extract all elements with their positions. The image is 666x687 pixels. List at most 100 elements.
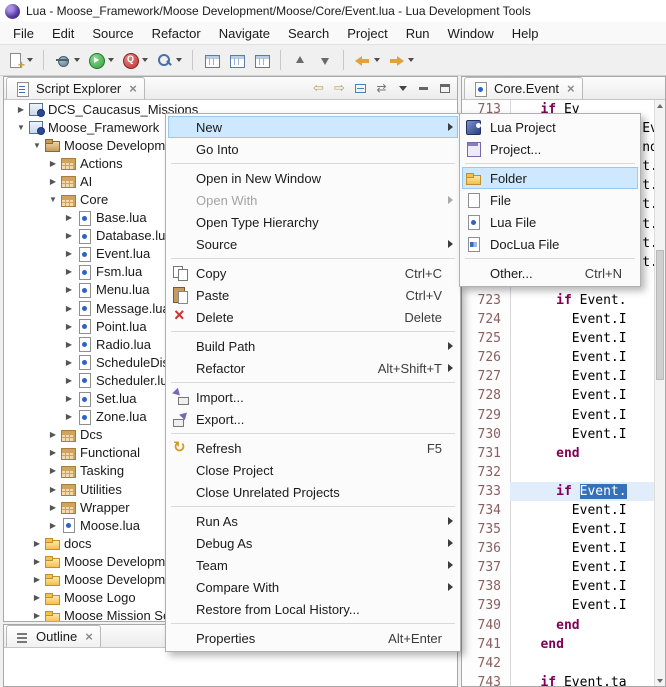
external-tools-button[interactable] bbox=[119, 49, 151, 72]
menu-item-debug-as[interactable]: Debug As bbox=[168, 532, 458, 554]
menubar-source[interactable]: Source bbox=[83, 24, 142, 43]
run-button[interactable] bbox=[85, 49, 117, 72]
menu-item-build-path[interactable]: Build Path bbox=[168, 335, 458, 357]
editor-line[interactable]: 743 if Event.ta bbox=[462, 673, 654, 686]
code-text[interactable]: Event.I bbox=[510, 520, 654, 539]
editor-line[interactable]: 730 Event.I bbox=[462, 425, 654, 444]
menu-item-open-type-hierarchy[interactable]: Open Type Hierarchy bbox=[168, 211, 458, 233]
code-text[interactable]: end bbox=[510, 635, 654, 654]
editor-line[interactable]: 733 if Event. bbox=[462, 482, 654, 501]
code-text[interactable]: end bbox=[510, 616, 654, 635]
expand-arrow-icon[interactable]: ▶ bbox=[62, 285, 76, 294]
code-text[interactable]: Event.I bbox=[510, 329, 654, 348]
menu-item-close-project[interactable]: Close Project bbox=[168, 459, 458, 481]
menu-item-go-into[interactable]: Go Into bbox=[168, 138, 458, 160]
editor-line[interactable]: 726 Event.I bbox=[462, 348, 654, 367]
menu-item-import[interactable]: Import... bbox=[168, 386, 458, 408]
menu-item-properties[interactable]: PropertiesAlt+Enter bbox=[168, 627, 458, 649]
editor-line[interactable]: 723 if Event. bbox=[462, 291, 654, 310]
menubar-file[interactable]: File bbox=[4, 24, 43, 43]
tab-outline[interactable]: Outline × bbox=[6, 625, 101, 647]
expand-arrow-icon[interactable]: ▶ bbox=[46, 177, 60, 186]
line-number[interactable]: 731 bbox=[462, 444, 510, 463]
minimize-icon[interactable] bbox=[415, 80, 432, 97]
menu-item-lua-project[interactable]: Lua Project bbox=[462, 116, 638, 138]
menubar-run[interactable]: Run bbox=[397, 24, 439, 43]
expand-arrow-icon[interactable]: ▶ bbox=[46, 448, 60, 457]
code-text[interactable]: Event.I bbox=[510, 348, 654, 367]
code-text[interactable]: Event.I bbox=[510, 501, 654, 520]
collapse-all-icon[interactable] bbox=[352, 80, 369, 97]
code-text[interactable] bbox=[510, 463, 654, 482]
menu-item-export[interactable]: Export... bbox=[168, 408, 458, 430]
code-text[interactable]: Event.I bbox=[510, 596, 654, 615]
menu-item-copy[interactable]: CopyCtrl+C bbox=[168, 262, 458, 284]
expand-arrow-icon[interactable]: ▶ bbox=[30, 611, 44, 620]
menu-item-open-in-new-window[interactable]: Open in New Window bbox=[168, 167, 458, 189]
expand-arrow-icon[interactable]: ▶ bbox=[62, 340, 76, 349]
link-with-editor-icon[interactable]: ⇄ bbox=[373, 80, 390, 97]
expand-arrow-icon[interactable]: ▶ bbox=[30, 593, 44, 602]
forward-arrow-icon[interactable]: ⇨ bbox=[331, 80, 348, 97]
line-number[interactable]: 740 bbox=[462, 616, 510, 635]
line-number[interactable]: 733 bbox=[462, 482, 510, 501]
code-text[interactable]: Event.I bbox=[510, 577, 654, 596]
scrollbar-thumb[interactable] bbox=[656, 250, 664, 380]
code-text[interactable]: if Event. bbox=[510, 291, 654, 310]
next-annotation-button[interactable] bbox=[313, 49, 336, 72]
editor-line[interactable]: 732 bbox=[462, 463, 654, 482]
menu-item-team[interactable]: Team bbox=[168, 554, 458, 576]
line-number[interactable]: 734 bbox=[462, 501, 510, 520]
expand-arrow-icon[interactable]: ▶ bbox=[62, 412, 76, 421]
line-number[interactable]: 725 bbox=[462, 329, 510, 348]
back-arrow-icon[interactable]: ⇦ bbox=[310, 80, 327, 97]
menubar-search[interactable]: Search bbox=[279, 24, 338, 43]
grid-view-2-button[interactable] bbox=[225, 49, 248, 72]
expand-arrow-icon[interactable]: ▶ bbox=[62, 322, 76, 331]
expand-arrow-icon[interactable]: ▶ bbox=[14, 105, 28, 114]
expand-arrow-icon[interactable]: ▶ bbox=[62, 376, 76, 385]
editor-scrollbar[interactable] bbox=[654, 100, 665, 686]
editor-line[interactable]: 734 Event.I bbox=[462, 501, 654, 520]
menu-item-compare-with[interactable]: Compare With bbox=[168, 576, 458, 598]
editor-line[interactable]: 727 Event.I bbox=[462, 367, 654, 386]
collapse-arrow-icon[interactable]: ▼ bbox=[14, 123, 28, 132]
menu-item-lua-file[interactable]: Lua File bbox=[462, 211, 638, 233]
menubar-help[interactable]: Help bbox=[503, 24, 548, 43]
menu-item-run-as[interactable]: Run As bbox=[168, 510, 458, 532]
tab-core-event[interactable]: Core.Event × bbox=[464, 77, 583, 99]
code-text[interactable]: end bbox=[510, 444, 654, 463]
search-button[interactable] bbox=[153, 49, 185, 72]
line-number[interactable]: 727 bbox=[462, 367, 510, 386]
forward-button[interactable] bbox=[385, 49, 417, 72]
editor-line[interactable]: 725 Event.I bbox=[462, 329, 654, 348]
debug-button[interactable] bbox=[51, 49, 83, 72]
line-number[interactable]: 741 bbox=[462, 635, 510, 654]
line-number[interactable]: 739 bbox=[462, 596, 510, 615]
expand-arrow-icon[interactable]: ▶ bbox=[30, 557, 44, 566]
code-text[interactable]: Event.I bbox=[510, 386, 654, 405]
line-number[interactable]: 730 bbox=[462, 425, 510, 444]
editor-line[interactable]: 741 end bbox=[462, 635, 654, 654]
close-icon[interactable]: × bbox=[129, 82, 137, 95]
prev-annotation-button[interactable] bbox=[288, 49, 311, 72]
code-text[interactable]: Event.I bbox=[510, 539, 654, 558]
menu-item-delete[interactable]: DeleteDelete bbox=[168, 306, 458, 328]
grid-view-1-button[interactable] bbox=[200, 49, 223, 72]
menubar-window[interactable]: Window bbox=[439, 24, 503, 43]
editor-line[interactable]: 739 Event.I bbox=[462, 596, 654, 615]
line-number[interactable]: 732 bbox=[462, 463, 510, 482]
tab-script-explorer[interactable]: Script Explorer × bbox=[6, 77, 145, 99]
editor-line[interactable]: 735 Event.I bbox=[462, 520, 654, 539]
editor-line[interactable]: 737 Event.I bbox=[462, 558, 654, 577]
editor-line[interactable]: 740 end bbox=[462, 616, 654, 635]
expand-arrow-icon[interactable]: ▶ bbox=[46, 466, 60, 475]
line-number[interactable]: 726 bbox=[462, 348, 510, 367]
menu-item-new[interactable]: New bbox=[168, 116, 458, 138]
expand-arrow-icon[interactable]: ▶ bbox=[46, 521, 60, 530]
close-icon[interactable]: × bbox=[567, 82, 575, 95]
scroll-up-icon[interactable] bbox=[655, 100, 665, 111]
code-text[interactable]: Event.I bbox=[510, 406, 654, 425]
expand-arrow-icon[interactable]: ▶ bbox=[62, 304, 76, 313]
expand-arrow-icon[interactable]: ▶ bbox=[46, 485, 60, 494]
